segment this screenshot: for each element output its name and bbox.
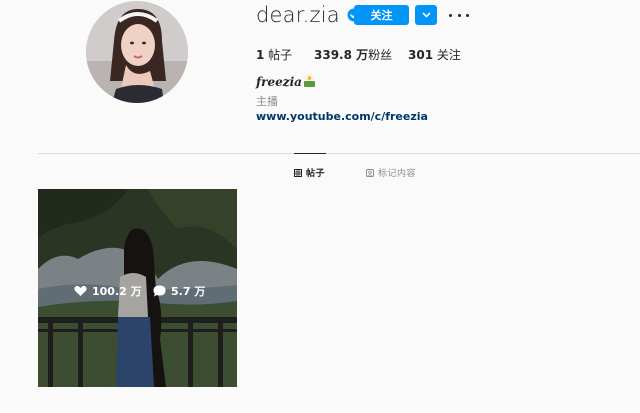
avatar-photo	[86, 1, 188, 103]
followers-count: 339.8 万	[314, 48, 369, 62]
tab-posts-label: 帖子	[306, 169, 326, 179]
dot-icon	[466, 13, 469, 17]
post-comments: 5.7 万	[153, 283, 205, 299]
post-likes: 100.2 万	[74, 283, 142, 299]
dot-icon	[457, 13, 461, 17]
heart-icon	[74, 285, 87, 296]
dot-icon	[449, 13, 452, 17]
post-likes-count: 100.2 万	[92, 285, 142, 298]
grid-icon	[294, 168, 302, 177]
following-count: 301	[408, 48, 434, 62]
following-stat[interactable]: 301 关注	[408, 46, 461, 63]
chevron-down-icon	[421, 12, 431, 18]
tab-tagged[interactable]: 标记内容	[366, 166, 416, 179]
comment-bubble-icon	[153, 285, 166, 297]
more-options-button[interactable]	[449, 6, 469, 24]
posts-label: 帖子	[264, 48, 293, 62]
follow-button[interactable]: 关注	[354, 5, 409, 25]
suggested-accounts-button[interactable]	[415, 5, 437, 25]
profile-website-link[interactable]: www.youtube.com/c/freezia	[256, 110, 428, 123]
profile-avatar[interactable]	[86, 1, 188, 103]
tagged-user-icon	[366, 168, 374, 177]
profile-username: dear.zia	[256, 3, 340, 27]
flower-emoji-icon	[304, 73, 315, 87]
profile-category: 主播	[256, 95, 278, 108]
following-label: 关注	[433, 48, 461, 62]
tabs-divider	[38, 153, 640, 154]
post-thumbnail[interactable]: 100.2 万 5.7 万	[38, 189, 237, 387]
active-tab-indicator	[294, 153, 326, 154]
followers-label: 粉丝	[368, 48, 393, 62]
followers-stat[interactable]: 339.8 万粉丝	[314, 46, 392, 63]
tab-posts[interactable]: 帖子	[294, 166, 325, 179]
post-comments-count: 5.7 万	[171, 285, 206, 298]
tab-tagged-label: 标记内容	[378, 169, 417, 179]
posts-stat: 1 帖子	[256, 46, 292, 63]
